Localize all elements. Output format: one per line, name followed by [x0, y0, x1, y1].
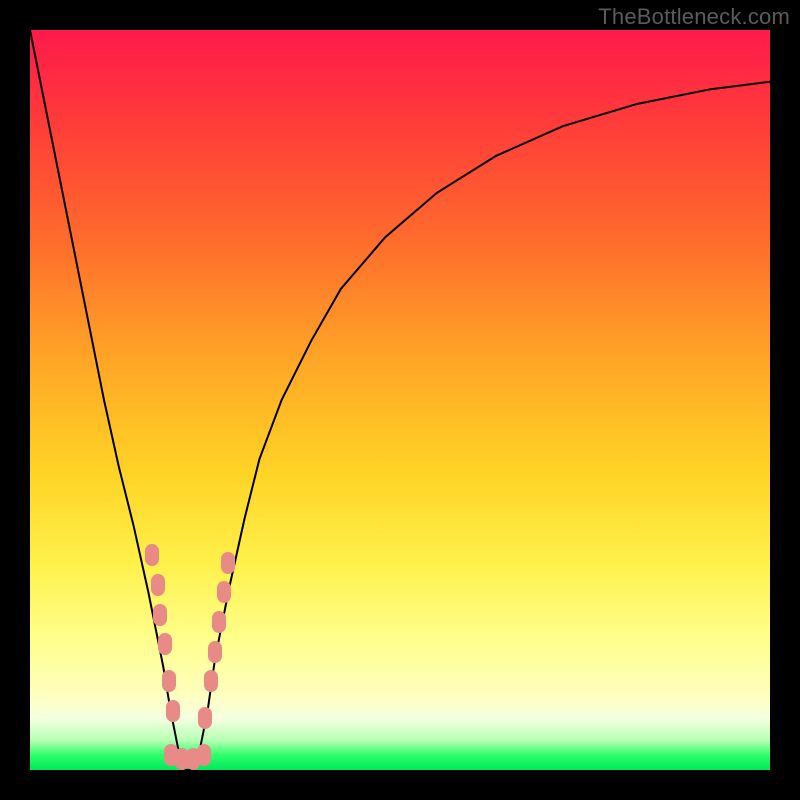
curve-layer — [30, 30, 770, 770]
bottleneck-curve — [30, 30, 770, 770]
chart-frame: TheBottleneck.com — [0, 0, 800, 800]
data-marker — [197, 744, 211, 766]
data-marker — [158, 633, 172, 655]
data-marker — [221, 552, 235, 574]
data-marker — [212, 611, 226, 633]
data-marker — [198, 707, 212, 729]
data-marker — [145, 544, 159, 566]
plot-area — [30, 30, 770, 770]
data-marker — [217, 581, 231, 603]
data-marker — [166, 700, 180, 722]
data-marker — [208, 641, 222, 663]
data-marker — [204, 670, 218, 692]
data-marker — [151, 574, 165, 596]
data-marker — [162, 670, 176, 692]
data-marker — [153, 604, 167, 626]
watermark: TheBottleneck.com — [598, 4, 790, 30]
